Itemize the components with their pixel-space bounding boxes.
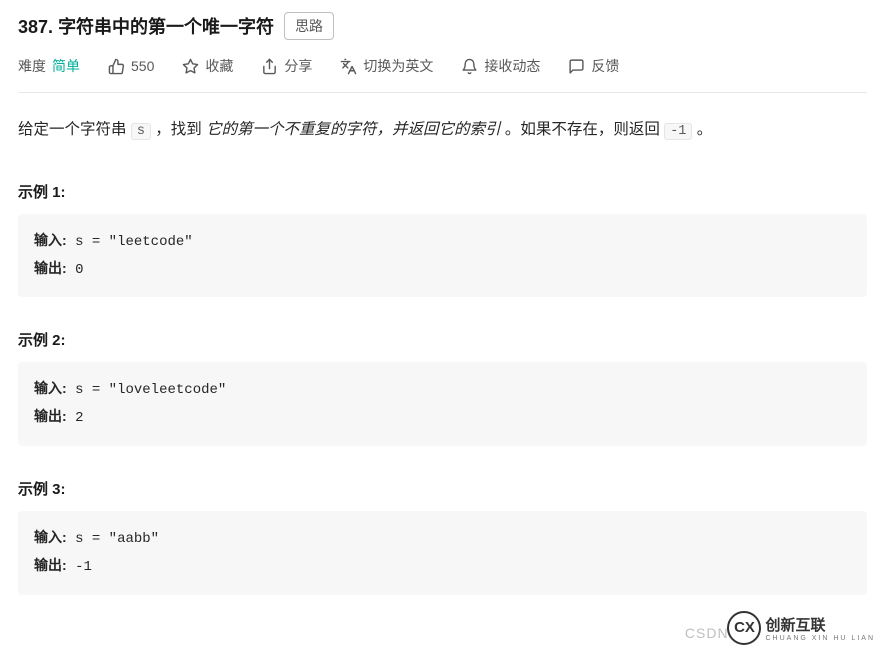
meta-bar: 难度 简单 550 收藏 分享 切换为英文 [18, 50, 867, 93]
cx-logo-text: 创新互联 [765, 617, 825, 634]
share-label: 分享 [284, 56, 312, 76]
output-label: 输出: [34, 260, 67, 276]
cx-logo: CX 创新互联 CHUANG XIN HU LIAN [727, 611, 875, 645]
thumbs-up-icon [108, 58, 125, 75]
difficulty-value: 简单 [52, 56, 80, 76]
problem-number: 387. [18, 17, 53, 37]
problem-name: 字符串中的第一个唯一字符 [58, 17, 274, 37]
desc-text-2: ，找到 [151, 121, 206, 138]
like-button[interactable]: 550 [108, 58, 154, 75]
feedback-button[interactable]: 反馈 [568, 56, 619, 76]
hint-button[interactable]: 思路 [284, 12, 334, 40]
favorite-button[interactable]: 收藏 [182, 56, 233, 76]
input-label: 输入: [34, 529, 67, 545]
input-value: s = "leetcode" [67, 234, 193, 250]
output-value: 2 [67, 410, 84, 426]
favorite-label: 收藏 [205, 56, 233, 76]
difficulty-label: 难度 [18, 56, 46, 76]
output-label: 输出: [34, 408, 67, 424]
translate-icon [340, 58, 357, 75]
problem-description: 给定一个字符串 s ，找到 它的第一个不重复的字符，并返回它的索引 。如果不存在… [18, 93, 867, 149]
inline-code-neg1: -1 [664, 123, 692, 140]
desc-italic: 它的第一个不重复的字符，并返回它的索引 [206, 121, 501, 138]
example-codeblock: 输入: s = "leetcode" 输出: 0 [18, 214, 867, 298]
output-value: -1 [67, 559, 92, 575]
switch-language-button[interactable]: 切换为英文 [340, 56, 433, 76]
share-icon [261, 58, 278, 75]
problem-title: 387. 字符串中的第一个唯一字符 [18, 13, 274, 39]
example-title: 示例 3: [18, 478, 867, 499]
feedback-label: 反馈 [591, 56, 619, 76]
example-title: 示例 1: [18, 181, 867, 202]
input-value: s = "aabb" [67, 531, 159, 547]
cx-badge-icon: CX [727, 611, 761, 645]
inline-code-s: s [131, 123, 151, 140]
difficulty: 难度 简单 [18, 56, 80, 76]
share-button[interactable]: 分享 [261, 56, 312, 76]
desc-text-1: 给定一个字符串 [18, 121, 131, 138]
desc-text-3: 。如果不存在，则返回 [501, 121, 665, 138]
input-label: 输入: [34, 232, 67, 248]
example-title: 示例 2: [18, 329, 867, 350]
problem-header: 387. 字符串中的第一个唯一字符 思路 [18, 0, 867, 50]
input-value: s = "loveleetcode" [67, 382, 227, 398]
star-icon [182, 58, 199, 75]
like-count: 550 [131, 58, 154, 74]
example-codeblock: 输入: s = "aabb" 输出: -1 [18, 511, 867, 595]
example-3: 示例 3: 输入: s = "aabb" 输出: -1 [18, 478, 867, 595]
csdn-watermark: CSDN [685, 625, 729, 641]
watermark: CSDN CX 创新互联 CHUANG XIN HU LIAN [0, 605, 885, 647]
output-label: 输出: [34, 557, 67, 573]
subscribe-button[interactable]: 接收动态 [461, 56, 540, 76]
subscribe-label: 接收动态 [484, 56, 540, 76]
example-2: 示例 2: 输入: s = "loveleetcode" 输出: 2 [18, 329, 867, 446]
example-1: 示例 1: 输入: s = "leetcode" 输出: 0 [18, 181, 867, 298]
input-label: 输入: [34, 380, 67, 396]
comment-icon [568, 58, 585, 75]
desc-text-4: 。 [692, 121, 712, 138]
bell-icon [461, 58, 478, 75]
switch-language-label: 切换为英文 [363, 56, 433, 76]
example-codeblock: 输入: s = "loveleetcode" 输出: 2 [18, 362, 867, 446]
cx-logo-subtext: CHUANG XIN HU LIAN [765, 635, 875, 642]
output-value: 0 [67, 262, 84, 278]
